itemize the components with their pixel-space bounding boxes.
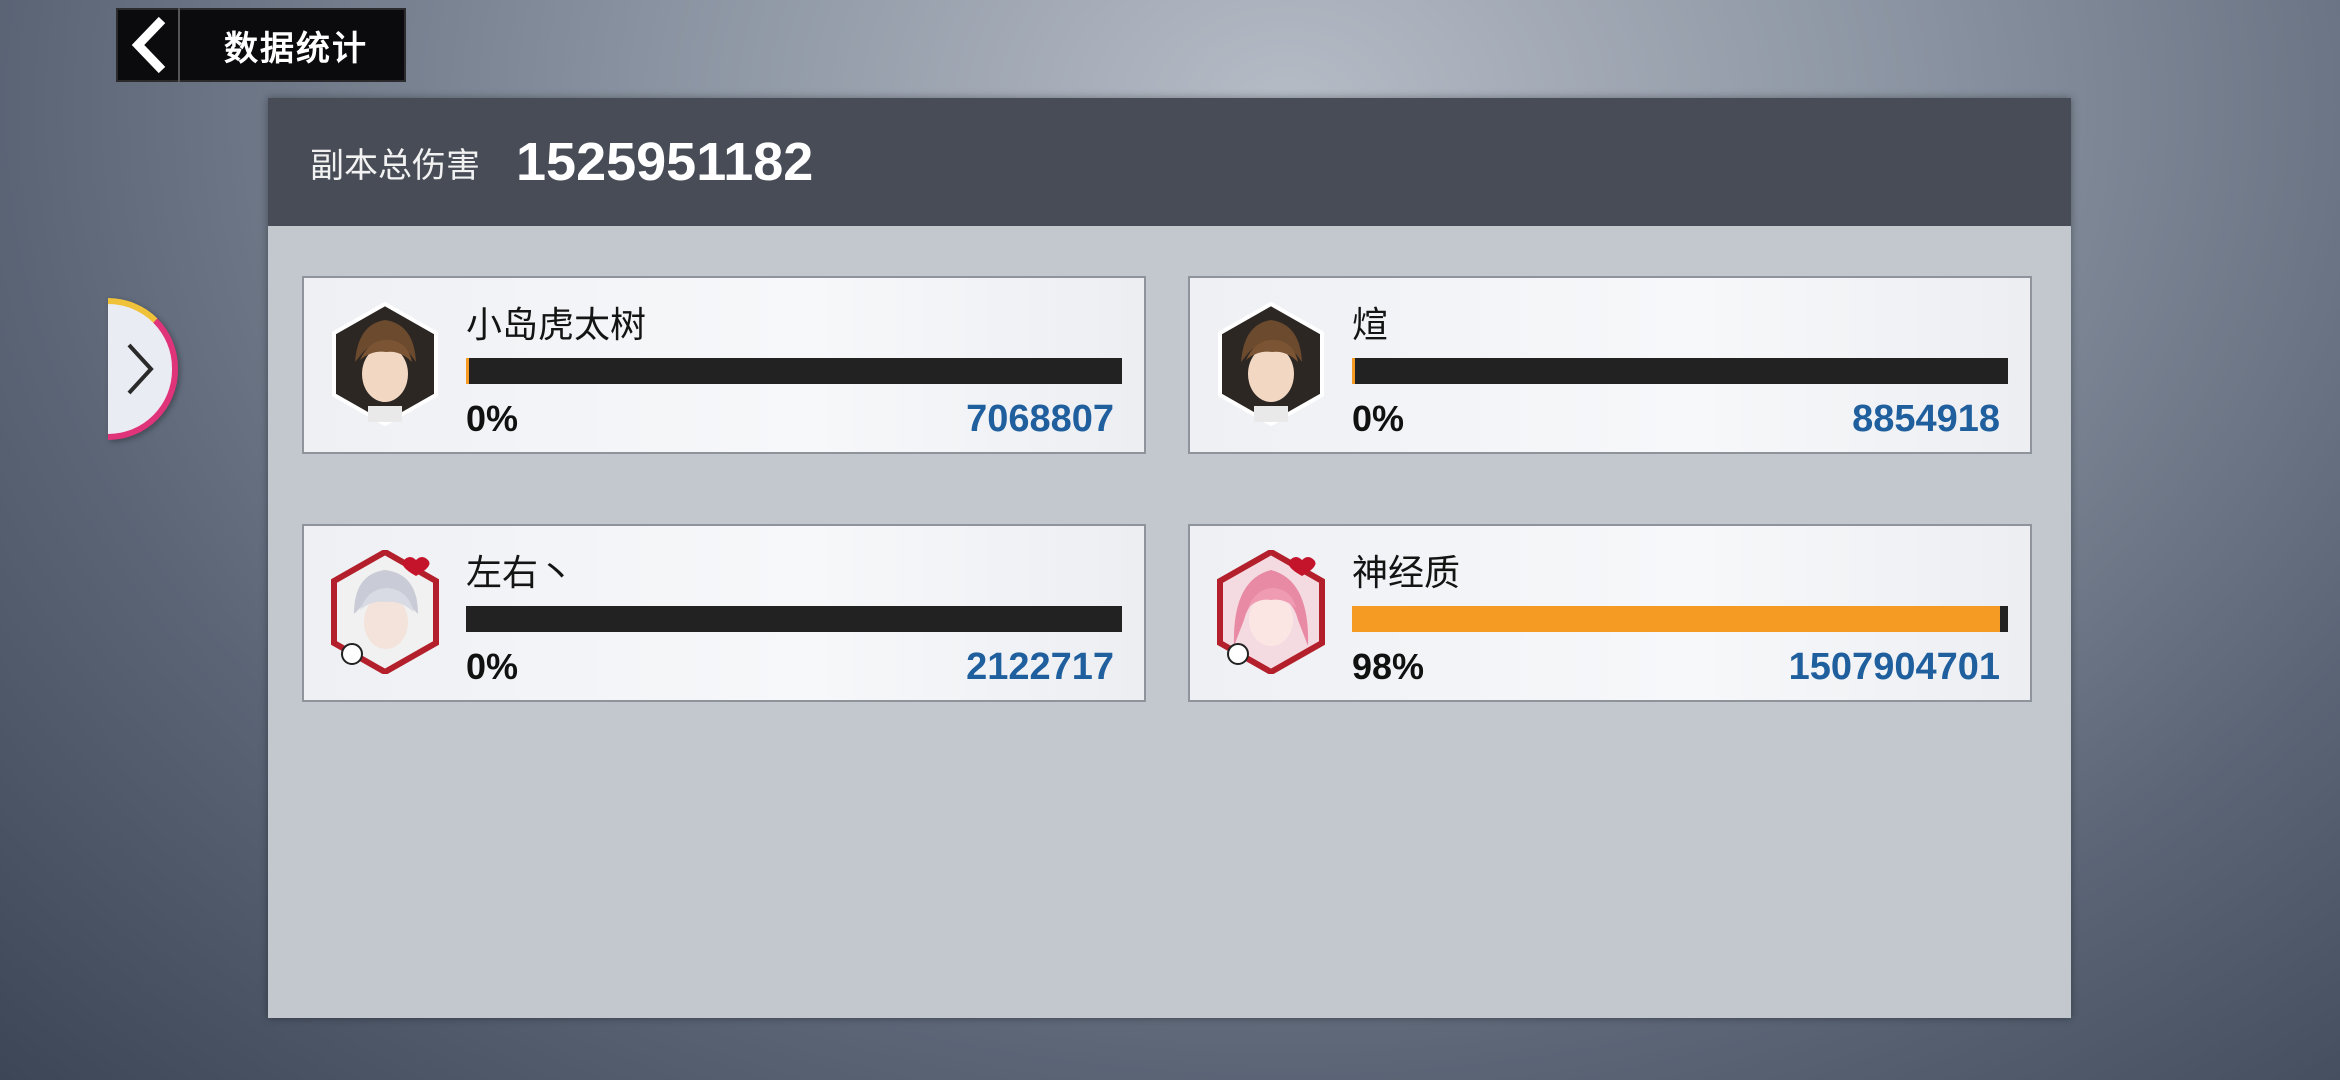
player-name: 左右丶 bbox=[466, 553, 575, 594]
damage-share-bar bbox=[1352, 606, 2008, 632]
player-card: 左右丶 0% 2122717 bbox=[302, 524, 1146, 702]
player-name: 煊 bbox=[1352, 305, 1389, 346]
chevron-right-icon bbox=[127, 343, 154, 395]
back-arrow-icon bbox=[131, 16, 166, 74]
damage-percent: 0% bbox=[466, 398, 519, 439]
total-damage-label: 副本总伤害 bbox=[310, 145, 480, 186]
pink-hair-female-avatar-icon bbox=[1217, 550, 1325, 674]
brown-hair-male-avatar-icon bbox=[1218, 302, 1324, 426]
player-name: 小岛虎太树 bbox=[466, 305, 647, 346]
total-damage-value: 1525951182 bbox=[516, 132, 814, 192]
damage-percent: 0% bbox=[466, 646, 519, 687]
damage-stats-panel: 副本总伤害 1525951182 小岛虎太树 0% 7068807 煊 0% 8… bbox=[268, 98, 2071, 1018]
damage-share-fill bbox=[466, 358, 470, 384]
damage-value: 7068807 bbox=[966, 398, 1114, 440]
damage-share-bar bbox=[1352, 358, 2008, 384]
brown-hair-male-avatar-icon bbox=[332, 302, 438, 426]
title-tab: 数据统计 bbox=[116, 8, 406, 82]
player-name: 神经质 bbox=[1352, 553, 1461, 594]
total-damage-header: 副本总伤害 1525951182 bbox=[268, 98, 2071, 226]
damage-value: 1507904701 bbox=[1788, 646, 2000, 688]
damage-share-bar bbox=[466, 358, 1122, 384]
damage-share-fill bbox=[1352, 358, 1356, 384]
damage-share-fill bbox=[1352, 606, 2001, 632]
damage-percent: 98% bbox=[1352, 646, 1425, 687]
damage-value: 8854918 bbox=[1852, 398, 2000, 440]
damage-share-bar bbox=[466, 606, 1122, 632]
page-title: 数据统计 bbox=[224, 28, 368, 69]
side-panel-toggle[interactable] bbox=[108, 298, 178, 440]
player-card: 神经质 98% 1507904701 bbox=[1188, 524, 2032, 702]
player-card: 煊 0% 8854918 bbox=[1188, 276, 2032, 454]
silver-hair-male-avatar-icon bbox=[331, 550, 439, 674]
damage-percent: 0% bbox=[1352, 398, 1405, 439]
player-card: 小岛虎太树 0% 7068807 bbox=[302, 276, 1146, 454]
damage-value: 2122717 bbox=[966, 646, 1114, 688]
back-button[interactable] bbox=[122, 8, 180, 82]
